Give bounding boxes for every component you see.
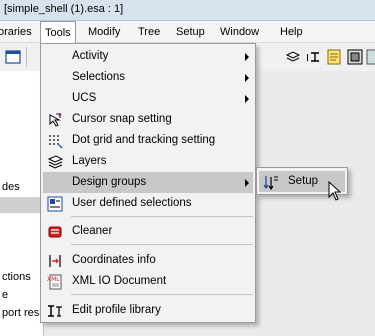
menu-item-edit-profile-library[interactable]: Edit profile library: [43, 300, 253, 321]
user-selections-icon: [47, 196, 63, 212]
menu-tree[interactable]: Tree: [134, 21, 164, 43]
menu-item-activity[interactable]: Activity: [43, 46, 253, 67]
menu-item-label: User defined selections: [72, 197, 192, 209]
tree-row-selected[interactable]: [0, 197, 44, 213]
menu-tools[interactable]: Tools: [40, 21, 76, 44]
menu-item-dot-grid-and-tracking-setting[interactable]: Dot grid and tracking setting: [43, 130, 253, 151]
menu-bar: oraries Tools Modify Tree Setup Window H…: [0, 21, 375, 44]
profile-library-icon: [48, 305, 62, 317]
title-bar: [simple_shell (1).esa : 1]: [0, 0, 375, 21]
window-title: [simple_shell (1).esa : 1]: [4, 3, 124, 15]
tree-row[interactable]: e: [0, 287, 44, 303]
menu-item-xml-io-document[interactable]: XML XML IO Document: [43, 271, 253, 292]
more-icon[interactable]: [366, 49, 375, 65]
profile-library-icon[interactable]: I: [305, 49, 321, 65]
left-panel: des ctions e port res: [0, 71, 44, 336]
menu-separator: [71, 216, 253, 217]
notes-icon[interactable]: [326, 49, 342, 65]
menu-item-label: Coordinates info: [72, 254, 156, 266]
menu-item-label: Cleaner: [72, 225, 113, 237]
menu-separator: [71, 294, 253, 295]
grid-view-icon[interactable]: [347, 49, 363, 65]
menu-item-selections[interactable]: Selections: [43, 67, 253, 88]
menu-item-label: Edit profile library: [72, 304, 161, 316]
menu-libraries[interactable]: oraries: [0, 21, 36, 43]
menu-item-label: Activity: [72, 50, 109, 62]
menu-item-label: Cursor snap setting: [72, 113, 172, 125]
cursor-snap-icon: [49, 113, 62, 127]
menu-window[interactable]: Window: [216, 21, 263, 43]
layers-icon: [47, 155, 63, 169]
svg-text:I: I: [306, 53, 309, 64]
submenu-item-label: Setup: [288, 175, 319, 187]
menu-item-ucs[interactable]: UCS: [43, 88, 253, 109]
menu-item-label: XML IO Document: [72, 275, 167, 287]
menu-item-coordinates-info[interactable]: Coordinates info: [43, 250, 253, 271]
cleaner-icon: [48, 226, 62, 238]
toolbar-divider: [26, 47, 32, 67]
menu-item-label: Design groups: [72, 176, 147, 188]
dot-grid-icon: [49, 135, 63, 149]
layers-icon[interactable]: [285, 49, 301, 65]
submenu-arrow-icon: [245, 179, 249, 187]
menu-item-label: UCS: [72, 92, 97, 104]
submenu-arrow-icon: [245, 53, 249, 61]
submenu-arrow-icon: [245, 95, 249, 103]
coordinates-icon: [49, 255, 61, 267]
xml-document-icon: XML: [47, 274, 62, 290]
tools-menu: Activity Selections UCS Cursor snap sett…: [40, 43, 256, 323]
menu-item-cursor-snap-setting[interactable]: Cursor snap setting: [43, 109, 253, 130]
menu-item-cleaner[interactable]: Cleaner: [43, 221, 253, 242]
menu-separator: [71, 244, 253, 245]
menu-item-label: Selections: [72, 71, 126, 83]
menu-item-design-groups[interactable]: Design groups: [43, 172, 253, 193]
menu-item-layers[interactable]: Layers: [43, 151, 253, 172]
design-groups-setup-icon: [263, 176, 278, 190]
menu-modify[interactable]: Modify: [84, 21, 124, 43]
mouse-cursor-icon: [328, 181, 342, 201]
tree-row[interactable]: ctions: [0, 269, 44, 285]
menu-item-user-defined-selections[interactable]: User defined selections: [43, 193, 253, 214]
submenu-arrow-icon: [245, 74, 249, 82]
tree-row[interactable]: port res: [0, 305, 44, 321]
tree-row[interactable]: des: [0, 179, 44, 195]
menu-setup[interactable]: Setup: [172, 21, 209, 43]
menu-item-label: Layers: [72, 155, 107, 167]
menu-item-label: Dot grid and tracking setting: [72, 134, 216, 146]
svg-text:XML: XML: [47, 276, 60, 283]
menu-help[interactable]: Help: [276, 21, 307, 43]
window-icon[interactable]: [5, 49, 21, 65]
